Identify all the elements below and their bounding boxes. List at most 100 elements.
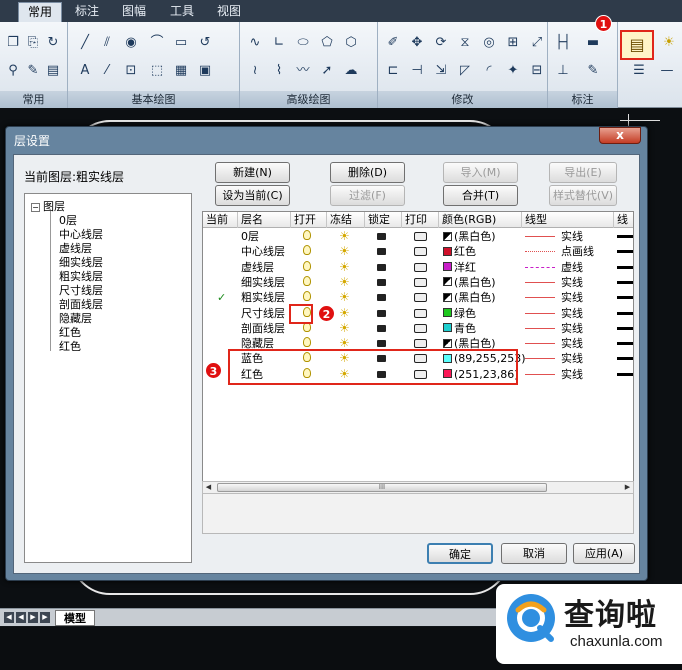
lightbulb-icon[interactable]: ☀ [660, 34, 678, 52]
import-button[interactable]: 导入(M) [443, 162, 518, 183]
tab-view[interactable]: 视图 [208, 2, 250, 22]
clip-icon[interactable]: ▤ [44, 62, 62, 80]
linetype-name[interactable]: 实线 [561, 367, 583, 382]
linear-dim-icon[interactable]: ├┤ [554, 34, 572, 52]
tab-tools[interactable]: 工具 [161, 2, 203, 22]
break-line-icon[interactable]: ⌇ [270, 62, 288, 80]
cancel-button[interactable]: 取消 [501, 543, 567, 564]
erase-icon[interactable]: ✐ [384, 34, 402, 52]
array-icon[interactable]: ⊞ [504, 34, 522, 52]
layer-row[interactable]: 剖面线层 ☀ 青色 实线 [203, 321, 633, 336]
printer-icon[interactable] [414, 275, 427, 290]
hatch-icon[interactable]: ▦ [172, 62, 190, 80]
merge-button[interactable]: 合并(T) [443, 185, 518, 206]
on-lightbulb-icon[interactable] [303, 290, 311, 305]
col-lineweight[interactable]: 线 [614, 212, 633, 228]
current-check[interactable]: ✓ [217, 290, 226, 305]
tab-annotate[interactable]: 标注 [66, 2, 108, 22]
line-icon[interactable]: ╱ [76, 34, 94, 52]
col-name[interactable]: 层名 [238, 212, 291, 228]
lock-icon[interactable] [377, 260, 386, 275]
model-tab[interactable]: 模型 [55, 610, 95, 626]
color-cell[interactable]: 洋红 [443, 260, 476, 275]
dim-edit-icon[interactable]: ✎ [584, 62, 602, 80]
linetype-name[interactable]: 实线 [561, 290, 583, 305]
printer-icon[interactable] [414, 229, 427, 244]
move-icon[interactable]: ✥ [408, 34, 426, 52]
copy-icon[interactable]: ❐ [4, 34, 22, 52]
color-cell[interactable]: 绿色 [443, 306, 476, 321]
first-tab-icon[interactable]: ◀ [4, 612, 14, 623]
linetype-name[interactable]: 虚线 [561, 260, 583, 275]
printer-icon[interactable] [414, 306, 427, 321]
stroke-icon[interactable]: ⁄ [98, 62, 116, 80]
next-tab-icon[interactable]: ▶ [28, 612, 38, 623]
dim-style-icon[interactable]: ▬ [584, 34, 602, 52]
wave-icon[interactable]: ≀ [246, 62, 264, 80]
set-current-button[interactable]: 设为当前(C) [215, 185, 290, 206]
fillet-icon[interactable]: ◜ [480, 62, 498, 80]
rotate-icon[interactable]: ⟳ [432, 34, 450, 52]
on-lightbulb-icon[interactable] [303, 260, 311, 275]
stretch-icon[interactable]: ⇲ [432, 62, 450, 80]
chamfer-icon[interactable]: ◸ [456, 62, 474, 80]
color-cell[interactable]: 青色 [443, 321, 476, 336]
extend-icon[interactable]: ⊣ [408, 62, 426, 80]
freeze-sun-icon[interactable]: ☀ [339, 321, 350, 336]
paste-icon[interactable]: ⎘ [24, 34, 42, 52]
linetype-name[interactable]: 实线 [561, 306, 583, 321]
lock-icon[interactable] [377, 229, 386, 244]
lock-icon[interactable] [377, 244, 386, 259]
layer-row[interactable]: ✓ 粗实线层 ☀ (黑白色) 实线 [203, 290, 633, 305]
baseline-dim-icon[interactable]: ⊥ [554, 62, 572, 80]
polygon-icon[interactable]: ⬠ [318, 34, 336, 52]
layer-tree[interactable]: − 图层 0层 中心线层 虚线层 细实线层 粗实线层 尺寸线层 剖面线层 隐藏层 … [24, 193, 192, 563]
circle-icon[interactable]: ◉ [122, 34, 140, 52]
undo-arc-icon[interactable]: ↺ [196, 34, 214, 52]
hexagon-icon[interactable]: ⬡ [342, 34, 360, 52]
col-lock[interactable]: 锁定 [365, 212, 402, 228]
style-replace-button[interactable]: 样式替代(V) [549, 185, 617, 206]
lock-icon[interactable] [377, 290, 386, 305]
tab-home[interactable]: 常用 [18, 2, 63, 22]
col-linetype[interactable]: 线型 [522, 212, 614, 228]
printer-icon[interactable] [414, 290, 427, 305]
color-cell[interactable]: 红色 [443, 244, 476, 259]
scale-icon[interactable]: ⤢ [528, 34, 546, 52]
close-button[interactable]: x [599, 127, 641, 144]
layer-row[interactable]: 中心线层 ☀ 红色 点画线 [203, 244, 633, 259]
linetype-name[interactable]: 实线 [561, 336, 583, 351]
lock-icon[interactable] [377, 321, 386, 336]
collapse-icon[interactable]: − [31, 202, 40, 212]
join-icon[interactable]: ⊟ [528, 62, 546, 80]
layer-row[interactable]: 虚线层 ☀ 洋红 虚线 [203, 260, 633, 275]
arrow-icon[interactable]: ➚ [318, 62, 336, 80]
text-icon[interactable]: A [76, 62, 94, 80]
layer-name[interactable]: 细实线层 [241, 275, 285, 290]
lineweight-icon[interactable]: ☰ [630, 62, 648, 80]
freeze-sun-icon[interactable]: ☀ [339, 229, 350, 244]
ellipse-icon[interactable]: ⬭ [294, 34, 312, 52]
layer-settings-button[interactable]: ▤ [620, 30, 654, 60]
cloud-icon[interactable]: ☁ [342, 62, 360, 80]
spline-icon[interactable]: ∿ [246, 34, 264, 52]
freeze-sun-icon[interactable]: ☀ [339, 244, 350, 259]
printer-icon[interactable] [414, 260, 427, 275]
scroll-thumb[interactable]: III [217, 483, 547, 492]
mirror-icon[interactable]: ⧖ [456, 34, 474, 52]
layer-name[interactable]: 中心线层 [241, 244, 285, 259]
printer-icon[interactable] [414, 244, 427, 259]
scroll-left-icon[interactable]: ◀ [203, 482, 214, 493]
col-color[interactable]: 颜色(RGB) [439, 212, 522, 228]
new-layer-button[interactable]: 新建(N) [215, 162, 290, 183]
layer-name[interactable]: 粗实线层 [241, 290, 285, 305]
color-cell[interactable]: (黑白色) [443, 290, 496, 305]
offset-icon[interactable]: ◎ [480, 34, 498, 52]
color-cell[interactable]: (黑白色) [443, 275, 496, 290]
brush-icon[interactable]: ✎ [24, 62, 42, 80]
apply-button[interactable]: 应用(A) [573, 543, 635, 564]
arc-icon[interactable]: ⌒ [148, 34, 166, 52]
zigzag-icon[interactable]: 〰 [294, 62, 312, 80]
col-freeze[interactable]: 冻结 [327, 212, 365, 228]
layer-row[interactable]: 尺寸线层 ☀ 绿色 实线 [203, 306, 633, 321]
